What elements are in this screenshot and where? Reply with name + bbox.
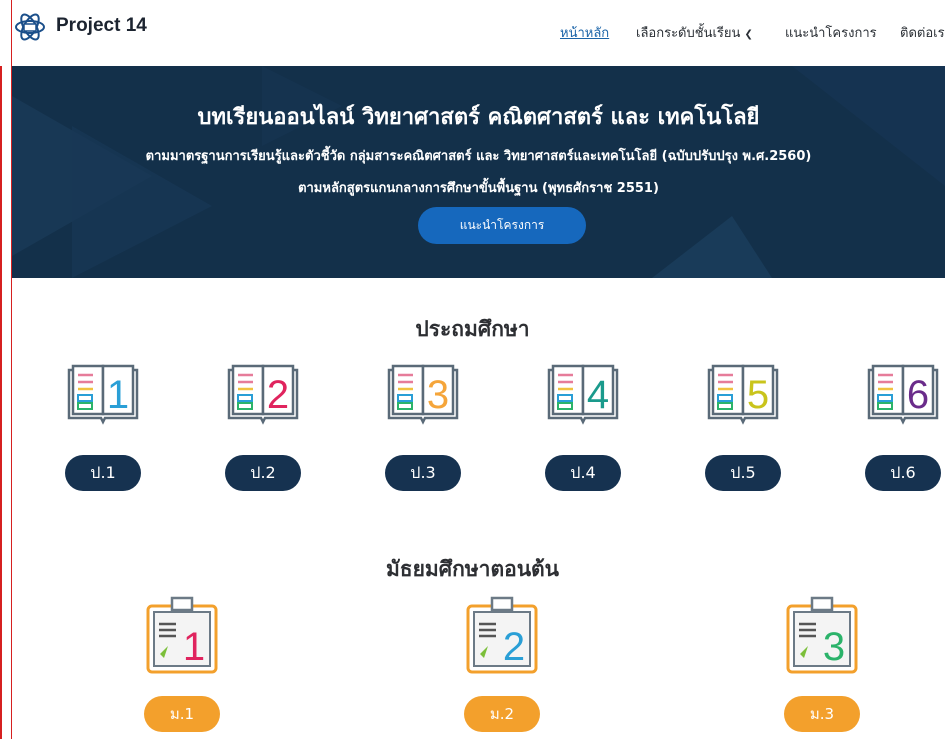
nav-item-contact[interactable]: ติดต่อเร <box>900 22 945 43</box>
grade-button-primary[interactable]: ป.5 <box>705 455 781 491</box>
open-book-icon[interactable]: 6 <box>865 362 941 426</box>
grade-number: 1 <box>107 373 129 417</box>
grade-number: 3 <box>823 625 845 669</box>
open-book-icon[interactable]: 5 <box>705 362 781 426</box>
grade-button-primary[interactable]: ป.6 <box>865 455 941 491</box>
grade-button-primary[interactable]: ป.2 <box>225 455 301 491</box>
grade-button-primary[interactable]: ป.3 <box>385 455 461 491</box>
open-book-icon[interactable]: 2 <box>225 362 301 426</box>
grade-number: 2 <box>503 625 525 669</box>
hero-subtitle-curriculum: ตามหลักสูตรแกนกลางการศึกษาขั้นพื้นฐาน (พ… <box>298 181 659 196</box>
clipboard-icon[interactable]: 1 <box>144 596 220 676</box>
grade-button-primary[interactable]: ป.1 <box>65 455 141 491</box>
nav-item-about[interactable]: แนะนำโครงการ <box>785 22 877 43</box>
hero-subtitle-standards: ตามมาตรฐานการเรียนรู้และตัวชี้วัด กลุ่มส… <box>145 149 812 164</box>
grade-number: 4 <box>587 373 609 417</box>
grade-number: 5 <box>747 373 769 417</box>
frame-border-inner <box>11 0 12 739</box>
project-intro-button[interactable]: แนะนำโครงการ <box>418 207 586 244</box>
hero-banner: บทเรียนออนไลน์ วิทยาศาสตร์ คณิตศาสตร์ แล… <box>12 66 945 278</box>
secondary-section-title: มัธยมศึกษาตอนต้น <box>385 557 560 581</box>
open-book-icon[interactable]: 4 <box>545 362 621 426</box>
grade-button-secondary[interactable]: ม.2 <box>464 696 540 732</box>
grade-button-secondary[interactable]: ม.1 <box>144 696 220 732</box>
grade-button-secondary[interactable]: ม.3 <box>784 696 860 732</box>
grade-number: 6 <box>907 373 929 417</box>
primary-section-title: ประถมศึกษา <box>415 317 530 341</box>
grade-number: 2 <box>267 373 289 417</box>
atom-book-icon[interactable] <box>14 11 46 43</box>
open-book-icon[interactable]: 1 <box>65 362 141 426</box>
nav-item-home[interactable]: หน้าหลัก <box>560 22 609 43</box>
grade-number: 1 <box>183 625 205 669</box>
clipboard-icon[interactable]: 2 <box>464 596 540 676</box>
grade-number: 3 <box>427 373 449 417</box>
open-book-icon[interactable]: 3 <box>385 362 461 426</box>
hero-background-shapes <box>12 66 945 278</box>
nav-item-select-grade-label: เลือกระดับชั้นเรียน <box>636 26 741 41</box>
brand-name[interactable]: Project 14 <box>56 15 147 37</box>
grade-button-primary[interactable]: ป.4 <box>545 455 621 491</box>
frame-border-left <box>0 0 2 739</box>
chevron-down-icon: ❮ <box>744 29 753 40</box>
nav-item-select-grade[interactable]: เลือกระดับชั้นเรียน ❮ <box>636 22 753 43</box>
hero-title: บทเรียนออนไลน์ วิทยาศาสตร์ คณิตศาสตร์ แล… <box>197 105 760 130</box>
top-navbar: Project 14 หน้าหลัก เลือกระดับชั้นเรียน … <box>0 0 945 66</box>
clipboard-icon[interactable]: 3 <box>784 596 860 676</box>
